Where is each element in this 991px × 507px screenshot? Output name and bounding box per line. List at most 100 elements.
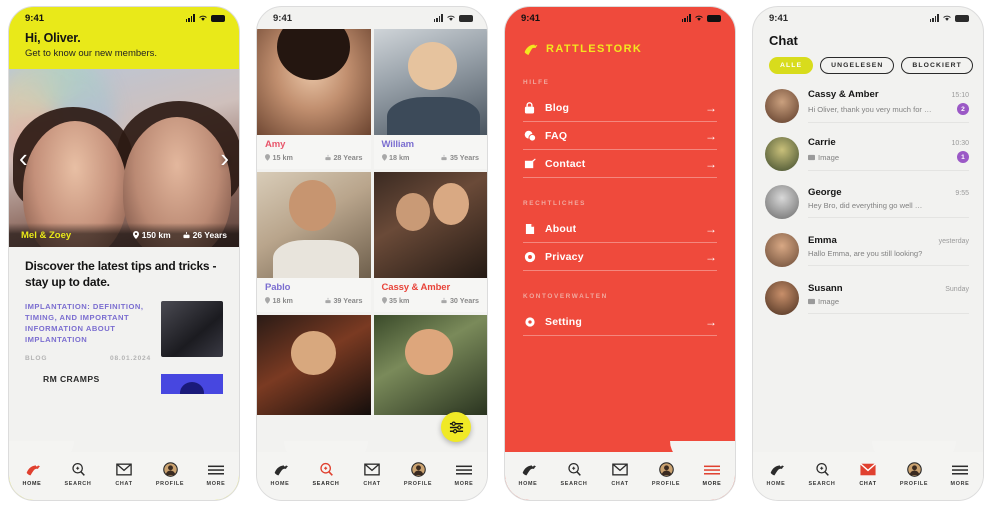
unread-badge: 1 [957,151,969,163]
member-card[interactable] [257,315,371,415]
member-name: Cassy & Amber [381,282,451,293]
wifi-icon [695,15,703,21]
blog-headline: IMPLANTATION: DEFINITION, TIMING, AND IM… [25,301,144,345]
tab-search[interactable]: SEARCH [303,461,349,487]
cake-icon [325,297,331,304]
phone-3-more-menu-screen: 9:41 RATTLESTORK HILFE Blog → FAQ → Cont… [504,6,736,501]
chat-timestamp: yesterday [938,237,969,245]
chat-list-item[interactable]: George 9:55 Hey Bro, did everything go w… [753,178,983,226]
tab-label: PROFILE [155,481,185,487]
member-age-value: 39 Years [333,296,363,305]
chat-bubbles-icon [523,129,536,142]
pencil-icon [523,157,536,170]
member-card[interactable]: Cassy & Amber 35 km 30 Years [373,172,487,312]
tab-more[interactable]: MORE [937,461,983,487]
chat-list-item[interactable]: Cassy & Amber 15:10 Hi Oliver, thank you… [753,82,983,130]
menu-item-contact[interactable]: Contact → [523,150,717,178]
hamburger-icon [456,461,472,478]
member-card[interactable]: Amy 15 km 28 Years [257,29,371,169]
status-bar: 9:41 [753,7,983,29]
chat-item-footer: Image 1 [808,151,969,163]
search-icon [71,461,86,478]
member-card[interactable]: Pablo 18 km 39 Years [257,172,371,312]
location-pin-icon [381,297,387,304]
wifi-icon [199,15,207,21]
chat-contact-name: Carrie [808,137,836,148]
filter-chip-blockiert[interactable]: BLOCKIERT [901,57,973,74]
app-screenshots-stage: 9:41 Hi, Oliver. Get to know our new mem… [0,0,991,507]
chat-list-item[interactable]: Susann Sunday Image [753,274,983,322]
tab-profile[interactable]: PROFILE [395,461,441,487]
menu-item-blog[interactable]: Blog → [523,94,717,122]
chat-list: Cassy & Amber 15:10 Hi Oliver, thank you… [753,82,983,322]
filter-chip-ungelesen[interactable]: UNGELESEN [820,57,895,74]
chat-list-item[interactable]: Carrie 10:30 Image 1 [753,130,983,178]
tab-more[interactable]: MORE [689,461,735,487]
blog-headline-partial: RM CRAMPS [43,373,100,384]
menu-section-rechtliches: RECHTLICHES About → Privacy → [505,200,735,271]
tab-chat[interactable]: CHAT [101,461,147,487]
chat-item-body: Carrie 10:30 Image 1 [808,137,969,171]
menu-item-privacy[interactable]: Privacy → [523,243,717,271]
tab-label: PROFILE [403,481,433,487]
blog-card-partial[interactable]: RM CRAMPS [25,373,223,394]
carousel-prev-arrow[interactable]: ‹ [19,145,28,171]
member-card[interactable]: William 18 km 35 Years [373,29,488,169]
filter-sliders-button[interactable] [441,412,471,442]
blog-category: BLOG [25,354,48,362]
chat-list-item[interactable]: Emma yesterday Hallo Emma, are you still… [753,226,983,274]
tab-more[interactable]: MORE [441,461,487,487]
member-card[interactable] [373,315,487,415]
tab-chat[interactable]: CHAT [845,461,891,487]
tab-more[interactable]: MORE [193,461,239,487]
member-name: William [381,139,415,150]
tab-search[interactable]: SEARCH [55,461,101,487]
status-time: 9:41 [769,12,789,24]
menu-item-setting[interactable]: Setting → [523,308,717,336]
tab-profile[interactable]: PROFILE [643,461,689,487]
battery-icon [955,14,969,22]
member-age-value: 30 Years [449,296,479,305]
stork-icon [768,461,785,478]
chat-preview: Image [808,297,969,306]
chat-item-body: George 9:55 Hey Bro, did everything go w… [808,187,969,218]
chat-preview: Hey Bro, did everything go well … [808,200,923,210]
tab-chat[interactable]: CHAT [349,461,395,487]
tab-label: SEARCH [312,481,340,487]
tab-search[interactable]: SEARCH [551,461,597,487]
tab-home[interactable]: HOME [257,461,303,487]
location-pin-icon [265,297,270,304]
blog-thumbnail-partial [161,373,223,394]
carousel-next-arrow[interactable]: › [220,145,229,171]
chat-filter-group: ALLE UNGELESEN BLOCKIERT [753,48,983,82]
bottom-tab-bar: HOME SEARCH CHAT PROFILE MORE [753,452,983,500]
menu-item-faq[interactable]: FAQ → [523,122,717,150]
blog-card[interactable]: IMPLANTATION: DEFINITION, TIMING, AND IM… [25,300,223,362]
tab-home[interactable]: HOME [9,461,55,487]
tab-label: MORE [702,481,722,487]
tab-chat[interactable]: CHAT [597,461,643,487]
menu-item-about[interactable]: About → [523,215,717,243]
member-meta-row: 35 km 30 Years [381,296,479,305]
tab-profile[interactable]: PROFILE [147,461,193,487]
battery-icon [459,14,473,22]
tab-profile[interactable]: PROFILE [891,461,937,487]
menu-section-title: KONTOVERWALTEN [523,293,608,300]
filter-chip-alle[interactable]: ALLE [769,57,814,74]
tab-label: CHAT [363,481,381,487]
chat-preview-text: Image [818,152,840,162]
tab-label: CHAT [115,481,133,487]
tab-label: HOME [270,481,290,487]
chat-item-header: Emma yesterday [808,235,969,246]
stork-icon [520,461,537,478]
phone-2-slot: 9:41 Amy 15 km 28 Years William 18 km 35… [248,0,496,507]
status-bar: 9:41 [257,7,487,29]
member-info: William 18 km 35 Years [374,135,488,169]
hamburger-icon [952,461,968,478]
tab-home[interactable]: HOME [505,461,551,487]
featured-member-carousel[interactable]: ‹ › Mel & Zoey 150 km 26 Years [9,69,239,247]
tab-search[interactable]: SEARCH [799,461,845,487]
member-age: 35 Years [441,153,479,162]
tab-home[interactable]: HOME [753,461,799,487]
avatar-icon [658,461,674,478]
